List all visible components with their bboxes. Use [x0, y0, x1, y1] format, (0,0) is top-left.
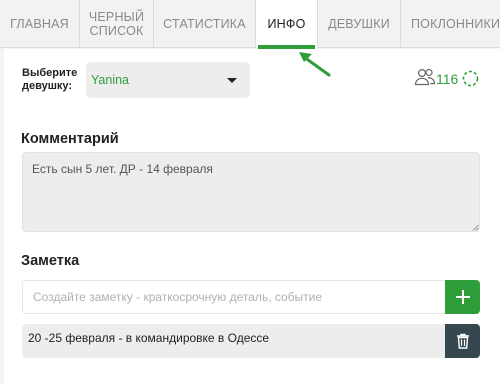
info-panel: Выберите девушку: Yanina 116 Комментарий… [4, 49, 500, 384]
tab-label: ЧЕРНЫЙ [88, 10, 145, 24]
tab-girls[interactable]: ДЕВУШКИ [318, 0, 401, 48]
tab-admirers[interactable]: ПОКЛОННИКИ [401, 0, 500, 48]
comment-heading: Комментарий [21, 131, 119, 147]
count-badge: 116 [436, 71, 459, 87]
people-icon [414, 68, 436, 86]
girl-select[interactable]: Yanina [86, 62, 250, 98]
note-item: 20 -25 февраля - в командировке в Одессе [22, 324, 446, 358]
add-note-button[interactable] [445, 280, 480, 314]
caret-down-icon [227, 78, 237, 83]
girl-select-value: Yanina [91, 73, 129, 87]
tab-info[interactable]: ИНФО [256, 0, 318, 49]
tab-blacklist[interactable]: ЧЕРНЫЙ СПИСОК [80, 0, 154, 48]
tab-label: ГЛАВНАЯ [10, 17, 69, 31]
plus-icon [455, 290, 470, 304]
note-heading: Заметка [21, 253, 80, 269]
tab-main[interactable]: ГЛАВНАЯ [0, 0, 80, 48]
tab-label: ПОКЛОННИКИ [411, 17, 500, 31]
tab-statistics[interactable]: СТАТИСТИКА [154, 0, 256, 48]
pointer-arrow-icon [299, 52, 331, 77]
comment-textarea[interactable]: Есть сын 5 лет. ДР - 14 февраля [22, 152, 480, 232]
delete-note-button[interactable] [445, 324, 480, 358]
loading-spinner-icon [462, 70, 479, 87]
tab-label: ДЕВУШКИ [328, 17, 390, 31]
app-window: ГЛАВНАЯ ЧЕРНЫЙ СПИСОК СТАТИСТИКА ИНФО ДЕ… [0, 0, 500, 384]
tab-label-line2: СПИСОК [89, 24, 144, 38]
resize-grip-icon[interactable] [472, 224, 479, 231]
trash-icon [456, 333, 469, 349]
tab-label: ИНФО [267, 17, 306, 31]
note-input[interactable] [22, 280, 446, 314]
girl-select-label: Выберите девушку: [22, 67, 78, 92]
tab-bar: ГЛАВНАЯ ЧЕРНЫЙ СПИСОК СТАТИСТИКА ИНФО ДЕ… [0, 0, 500, 49]
tab-label: СТАТИСТИКА [163, 17, 246, 31]
